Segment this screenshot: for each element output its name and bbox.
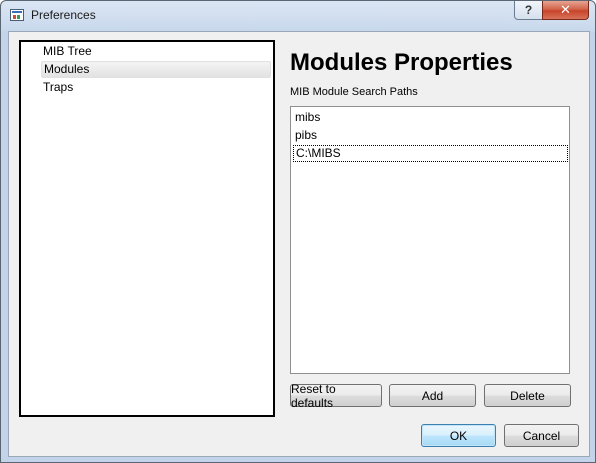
tree-item-mib-tree[interactable]: MIB Tree — [41, 43, 271, 60]
close-button[interactable]: ✕ — [542, 1, 589, 20]
delete-button[interactable]: Delete — [484, 384, 571, 407]
ok-button[interactable]: OK — [421, 424, 496, 447]
title-bar[interactable]: Preferences ? ✕ — [1, 1, 595, 31]
add-button[interactable]: Add — [389, 384, 476, 407]
list-item[interactable]: mibs — [293, 109, 568, 126]
reset-to-defaults-button[interactable]: Reset to defaults — [290, 382, 382, 410]
preferences-tree[interactable]: MIB Tree Modules Traps — [19, 40, 275, 417]
list-item[interactable]: C:\MIBS — [293, 145, 568, 162]
dialog-body: MIB Tree Modules Traps Modules Propertie… — [8, 31, 590, 457]
search-paths-list[interactable]: mibs pibs C:\MIBS — [290, 106, 570, 374]
tree-item-traps[interactable]: Traps — [41, 79, 271, 96]
tree-item-modules[interactable]: Modules — [41, 61, 271, 78]
window-title: Preferences — [31, 8, 96, 22]
app-icon — [10, 9, 24, 21]
help-button[interactable]: ? — [514, 1, 543, 20]
cancel-button[interactable]: Cancel — [504, 424, 579, 447]
preferences-dialog: Preferences ? ✕ MIB Tree Modules Traps M… — [0, 0, 596, 463]
search-paths-label: MIB Module Search Paths — [290, 86, 418, 98]
page-title: Modules Properties — [290, 49, 513, 76]
list-item[interactable]: pibs — [293, 127, 568, 144]
